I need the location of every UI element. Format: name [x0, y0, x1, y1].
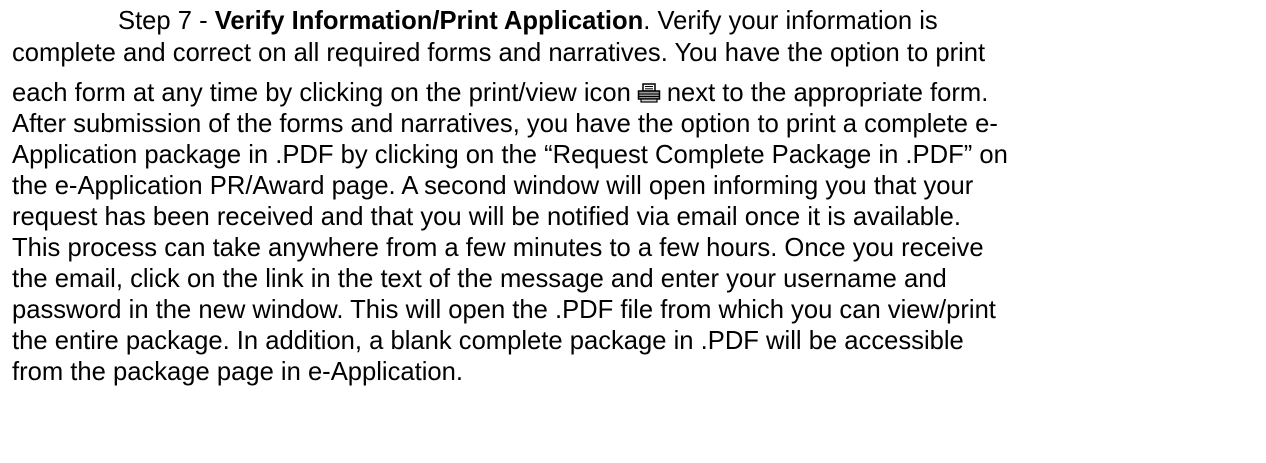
paragraph-line-10: password in the new window. This will op… — [12, 295, 996, 325]
paragraph-line-3: each form at any time by clicking on the… — [12, 78, 988, 108]
line-text: the e-Application PR/Award page. A secon… — [12, 172, 974, 200]
line-text: complete and correct on all required for… — [12, 39, 986, 67]
paragraph-line-7: request has been received and that you w… — [12, 202, 961, 232]
paragraph-line-11: the entire package. In addition, a blank… — [12, 326, 964, 356]
paragraph-line-6: the e-Application PR/Award page. A secon… — [12, 171, 973, 201]
line-text: Application package in .PDF by clicking … — [12, 141, 1008, 169]
line-text: . Verify your information is — [643, 7, 938, 35]
paragraph-line-8: This process can take anywhere from a fe… — [12, 233, 984, 263]
paragraph-line-4: After submission of the forms and narrat… — [12, 109, 998, 139]
paragraph-line-1: Step 7 - Verify Information/Print Applic… — [118, 6, 938, 36]
line-text: from the package page in e-Application. — [12, 358, 464, 386]
paragraph-line-12: from the package page in e-Application. — [12, 357, 463, 387]
step-prefix: Step 7 - — [118, 7, 215, 35]
line-text: request has been received and that you w… — [12, 203, 961, 231]
document-page: Step 7 - Verify Information/Print Applic… — [0, 0, 1266, 463]
paragraph-line-5: Application package in .PDF by clicking … — [12, 140, 1008, 170]
line-text: password in the new window. This will op… — [12, 296, 996, 324]
line-text: the email, click on the link in the text… — [12, 265, 947, 293]
line-text: next to the appropriate form. — [666, 79, 989, 107]
paragraph-line-2: complete and correct on all required for… — [12, 38, 985, 68]
paragraph-line-9: the email, click on the link in the text… — [12, 264, 947, 294]
line-text: the entire package. In addition, a blank… — [12, 327, 964, 355]
line-text: After submission of the forms and narrat… — [12, 110, 998, 138]
line-text: This process can take anywhere from a fe… — [12, 234, 984, 262]
line-text: each form at any time by clicking on the… — [12, 79, 631, 107]
step-title: Verify Information/Print Application — [214, 7, 644, 35]
printer-icon — [637, 80, 661, 103]
